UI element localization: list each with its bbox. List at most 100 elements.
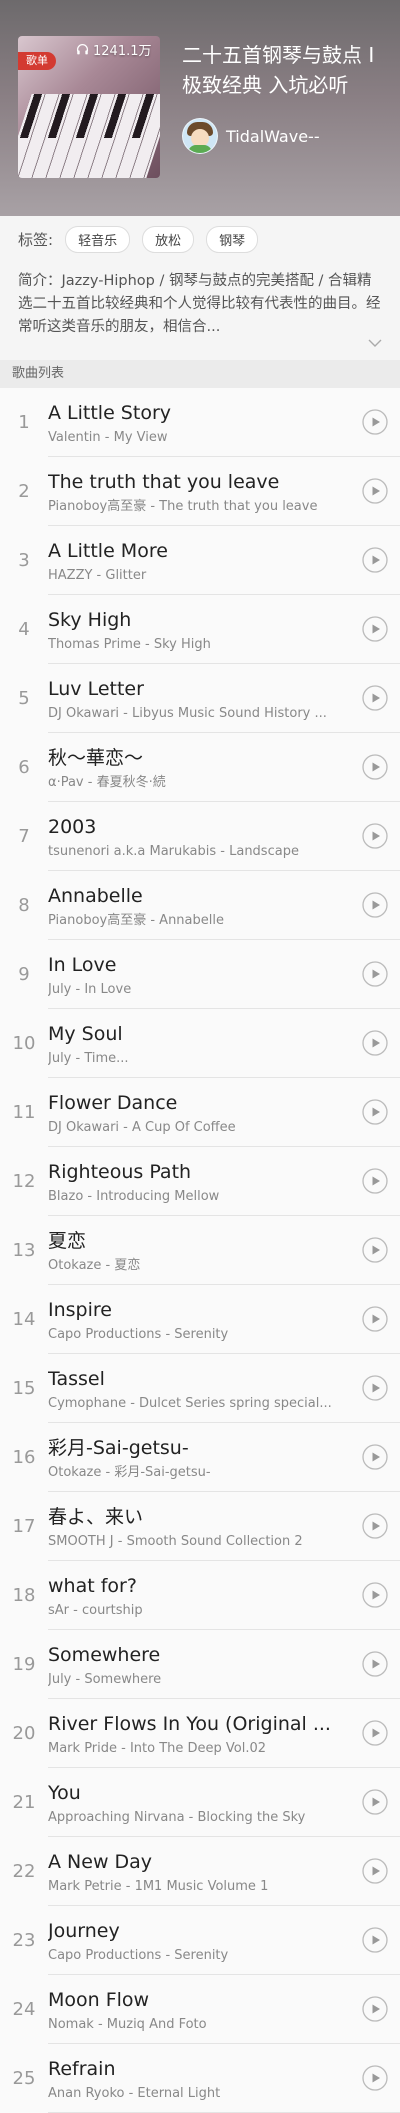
author-name[interactable]: TidalWave--	[226, 127, 320, 146]
song-row[interactable]: 25 Refrain Anan Ryoko - Eternal Light	[0, 2044, 400, 2113]
song-row[interactable]: 12 Righteous Path Blazo - Introducing Mell…	[0, 1147, 400, 1216]
song-info[interactable]: Annabelle Pianoboy高至豪 - Annabelle	[48, 871, 400, 940]
song-info[interactable]: A Little Story Valentin - My View	[48, 388, 400, 457]
song-info[interactable]: In Love July - In Love	[48, 940, 400, 1009]
song-row[interactable]: 16 彩月-Sai-getsu- Otokaze - 彩月-Sai-getsu-	[0, 1423, 400, 1492]
song-row[interactable]: 6 秋～華恋～ α·Pav - 春夏秋冬·続	[0, 733, 400, 802]
song-artist-album: Otokaze - 彩月-Sai-getsu-	[48, 1465, 211, 1480]
song-row[interactable]: 1 A Little Story Valentin - My View	[0, 388, 400, 457]
play-icon[interactable]	[362, 1720, 388, 1746]
song-list: 1 A Little Story Valentin - My View 2 The tr…	[0, 388, 400, 2113]
chevron-down-icon[interactable]	[368, 338, 382, 348]
avatar[interactable]	[182, 118, 218, 154]
song-info[interactable]: 彩月-Sai-getsu- Otokaze - 彩月-Sai-getsu-	[48, 1423, 400, 1492]
play-icon[interactable]	[362, 1168, 388, 1194]
song-index: 24	[12, 1999, 36, 2020]
play-icon[interactable]	[362, 478, 388, 504]
play-icon[interactable]	[362, 1858, 388, 1884]
song-info[interactable]: Flower Dance DJ Okawari - A Cup Of Coffee	[48, 1078, 400, 1147]
tag-item[interactable]: 放松	[142, 226, 195, 253]
song-info[interactable]: 秋～華恋～ α·Pav - 春夏秋冬·続	[48, 733, 400, 802]
play-icon[interactable]	[362, 961, 388, 987]
song-title: Luv Letter	[48, 678, 144, 700]
play-icon[interactable]	[362, 1927, 388, 1953]
song-row[interactable]: 2 The truth that you leave Pianoboy高至豪 - T…	[0, 457, 400, 526]
playlist-intro[interactable]: 简介：Jazzy-Hiphop / 钢琴与鼓点的完美搭配 / 合辑精选二十五首比…	[18, 270, 386, 339]
song-info[interactable]: River Flows In You (Original ... Mark Pri…	[48, 1699, 400, 1768]
song-info[interactable]: Moon Flow Nomak - Muziq And Foto	[48, 1975, 400, 2044]
play-icon[interactable]	[362, 1789, 388, 1815]
tag-item[interactable]: 钢琴	[206, 226, 259, 253]
play-icon[interactable]	[362, 685, 388, 711]
song-artist-album: Valentin - My View	[48, 430, 168, 445]
song-info[interactable]: Righteous Path Blazo - Introducing Mellow	[48, 1147, 400, 1216]
play-icon[interactable]	[362, 1375, 388, 1401]
song-row[interactable]: 3 A Little More HAZZY - Glitter	[0, 526, 400, 595]
song-index: 3	[18, 550, 30, 571]
play-icon[interactable]	[362, 1306, 388, 1332]
song-artist-album: tsunenori a.k.a Marukabis - Landscape	[48, 844, 299, 859]
song-title: what for?	[48, 1575, 137, 1597]
song-row[interactable]: 4 Sky High Thomas Prime - Sky High	[0, 595, 400, 664]
song-info[interactable]: 夏恋 Otokaze - 夏恋	[48, 1216, 400, 1285]
song-row[interactable]: 19 Somewhere July - Somewhere	[0, 1630, 400, 1699]
song-info[interactable]: Journey Capo Productions - Serenity	[48, 1906, 400, 1975]
headphone-icon	[76, 44, 89, 55]
song-info[interactable]: Refrain Anan Ryoko - Eternal Light	[48, 2044, 400, 2113]
song-row[interactable]: 23 Journey Capo Productions - Serenity	[0, 1906, 400, 1975]
song-info[interactable]: Sky High Thomas Prime - Sky High	[48, 595, 400, 664]
song-info[interactable]: Luv Letter DJ Okawari - Libyus Music Soun…	[48, 664, 400, 733]
song-row[interactable]: 22 A New Day Mark Petrie - 1M1 Music Volum…	[0, 1837, 400, 1906]
play-icon[interactable]	[362, 1582, 388, 1608]
song-row[interactable]: 5 Luv Letter DJ Okawari - Libyus Music Sou…	[0, 664, 400, 733]
song-row[interactable]: 7 2003 tsunenori a.k.a Marukabis - Landsca…	[0, 802, 400, 871]
song-row[interactable]: 21 You Approaching Nirvana - Blocking the …	[0, 1768, 400, 1837]
play-icon[interactable]	[362, 1444, 388, 1470]
song-artist-album: HAZZY - Glitter	[48, 568, 147, 583]
play-icon[interactable]	[362, 1996, 388, 2022]
song-row[interactable]: 18 what for? sAr - courtship	[0, 1561, 400, 1630]
song-row[interactable]: 13 夏恋 Otokaze - 夏恋	[0, 1216, 400, 1285]
song-info[interactable]: 春よ、来い SMOOTH J - Smooth Sound Collection …	[48, 1492, 400, 1561]
play-icon[interactable]	[362, 2065, 388, 2091]
song-info[interactable]: A Little More HAZZY - Glitter	[48, 526, 400, 595]
song-info[interactable]: A New Day Mark Petrie - 1M1 Music Volume …	[48, 1837, 400, 1906]
song-title: Somewhere	[48, 1644, 161, 1666]
song-info[interactable]: Somewhere July - Somewhere	[48, 1630, 400, 1699]
play-icon[interactable]	[362, 547, 388, 573]
play-icon[interactable]	[362, 892, 388, 918]
song-row[interactable]: 20 River Flows In You (Original ... Mark P…	[0, 1699, 400, 1768]
play-icon[interactable]	[362, 1030, 388, 1056]
song-info[interactable]: 2003 tsunenori a.k.a Marukabis - Landscap…	[48, 802, 400, 871]
play-icon[interactable]	[362, 616, 388, 642]
song-row[interactable]: 24 Moon Flow Nomak - Muziq And Foto	[0, 1975, 400, 2044]
song-title: 2003	[48, 816, 97, 838]
song-index: 11	[12, 1102, 36, 1123]
playlist-header: 歌单 1241.1万 二十五首钢琴与鼓点 I 极致经典 入坑必听 TidalWa…	[0, 0, 400, 216]
play-icon[interactable]	[362, 409, 388, 435]
song-row[interactable]: 14 Inspire Capo Productions - Serenity	[0, 1285, 400, 1354]
song-row[interactable]: 11 Flower Dance DJ Okawari - A Cup Of Coff…	[0, 1078, 400, 1147]
song-info[interactable]: what for? sAr - courtship	[48, 1561, 400, 1630]
song-row[interactable]: 9 In Love July - In Love	[0, 940, 400, 1009]
play-icon[interactable]	[362, 1237, 388, 1263]
play-icon[interactable]	[362, 823, 388, 849]
song-row[interactable]: 10 My Soul July - Time...	[0, 1009, 400, 1078]
song-artist-album: Pianoboy高至豪 - The truth that you leave	[48, 499, 318, 514]
play-icon[interactable]	[362, 754, 388, 780]
song-info[interactable]: You Approaching Nirvana - Blocking the Sk…	[48, 1768, 400, 1837]
song-index: 22	[12, 1861, 36, 1882]
song-row[interactable]: 8 Annabelle Pianoboy高至豪 - Annabelle	[0, 871, 400, 940]
play-icon[interactable]	[362, 1651, 388, 1677]
play-icon[interactable]	[362, 1099, 388, 1125]
song-row[interactable]: 15 Tassel Cymophane - Dulcet Series spring…	[0, 1354, 400, 1423]
song-info[interactable]: The truth that you leave Pianoboy高至豪 - Th…	[48, 457, 400, 526]
song-info[interactable]: Inspire Capo Productions - Serenity	[48, 1285, 400, 1354]
play-icon[interactable]	[362, 1513, 388, 1539]
song-info[interactable]: Tassel Cymophane - Dulcet Series spring s…	[48, 1354, 400, 1423]
play-count: 1241.1万	[76, 40, 152, 59]
tag-item[interactable]: 轻音乐	[65, 226, 131, 253]
song-info[interactable]: My Soul July - Time...	[48, 1009, 400, 1078]
song-row[interactable]: 17 春よ、来い SMOOTH J - Smooth Sound Collectio…	[0, 1492, 400, 1561]
playlist-author[interactable]: TidalWave--	[182, 118, 320, 154]
